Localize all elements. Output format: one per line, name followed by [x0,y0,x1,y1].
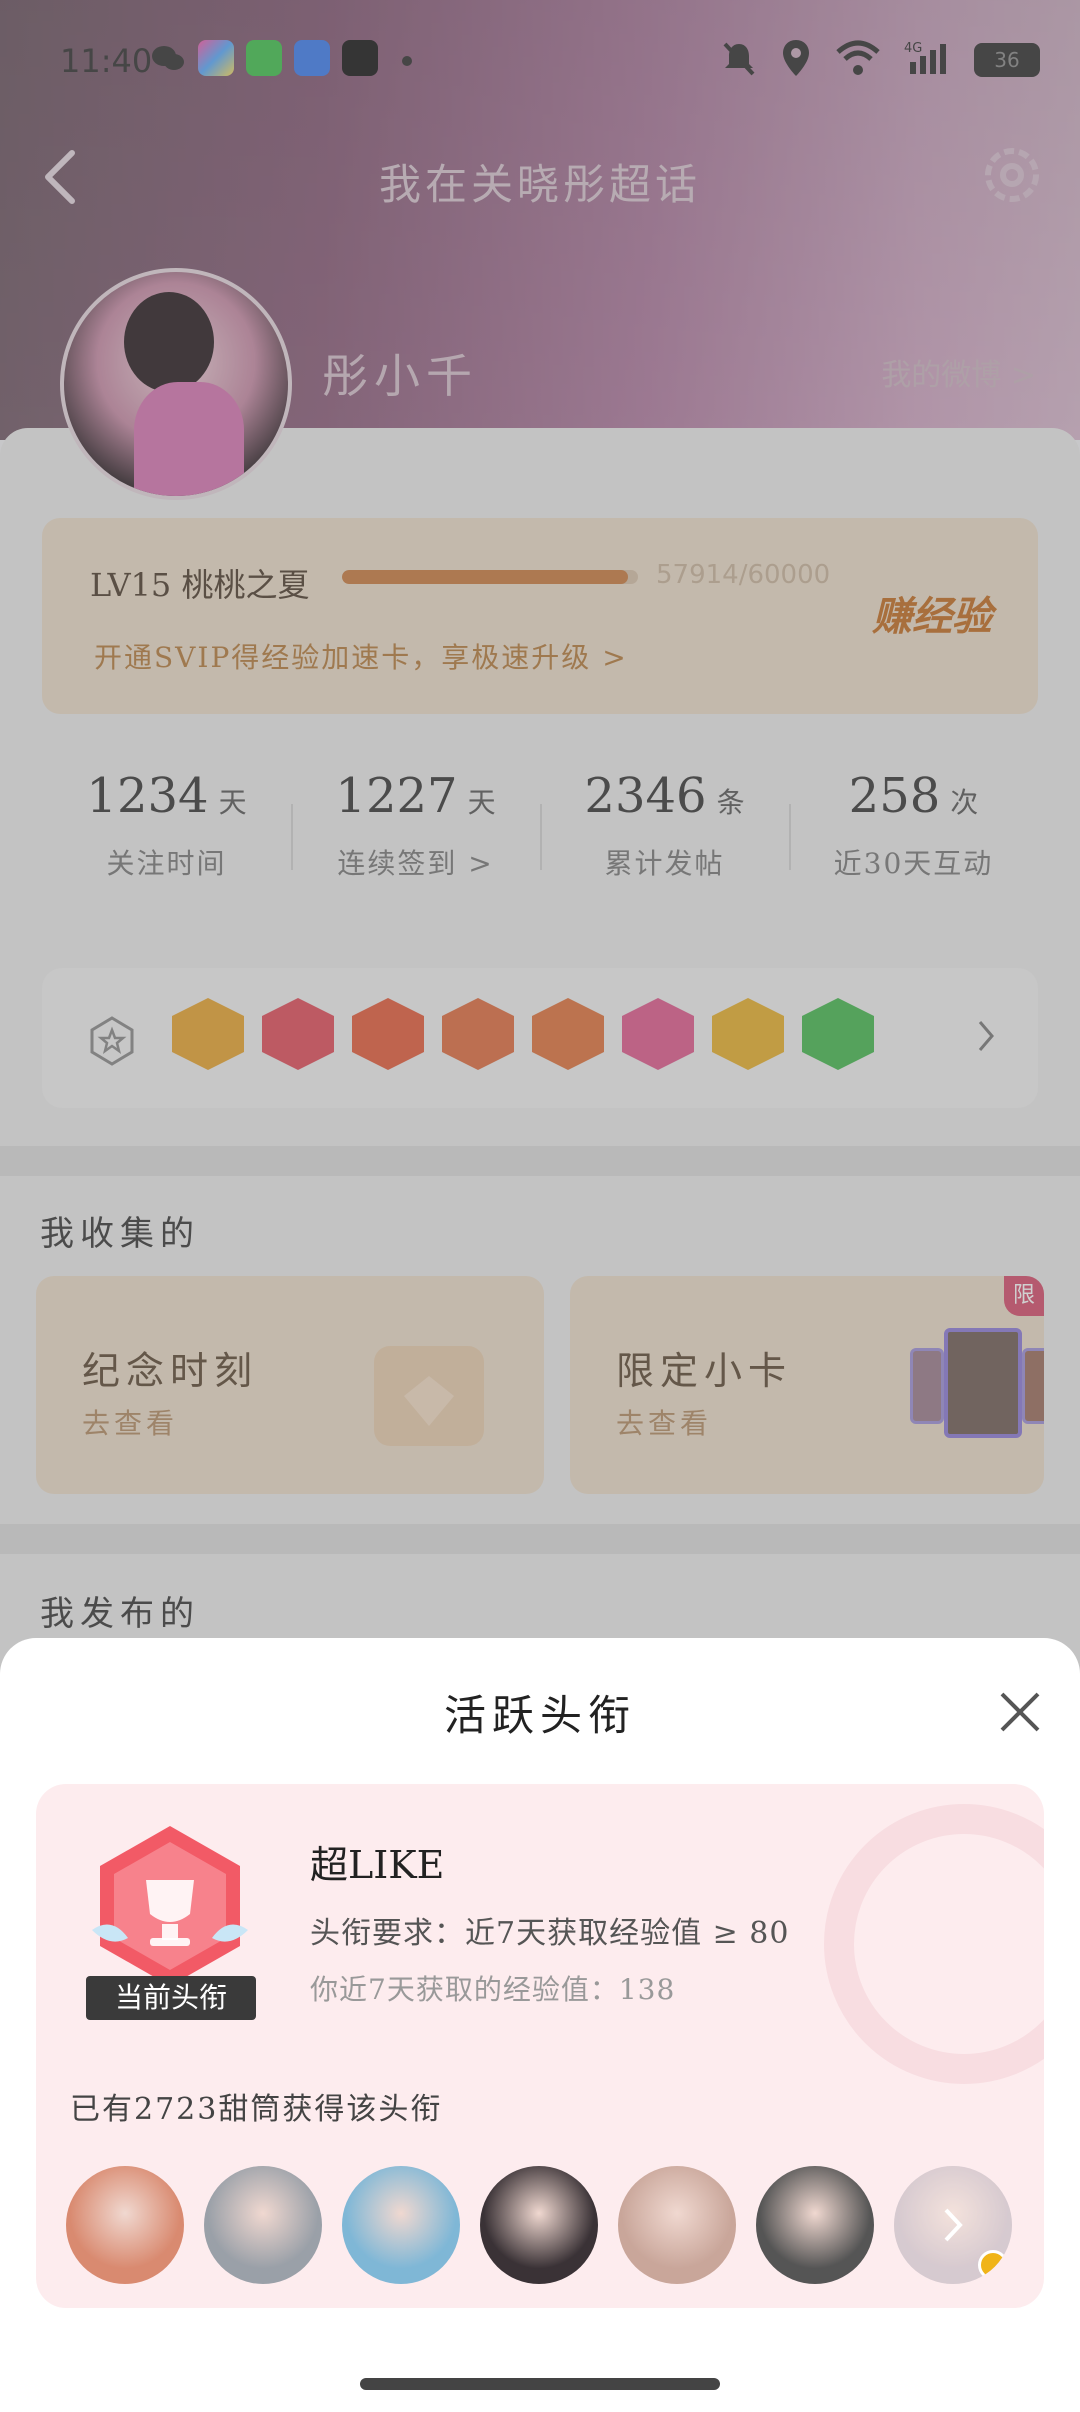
fan-avatar[interactable] [618,2166,736,2284]
fan-avatar[interactable] [480,2166,598,2284]
fan-avatar[interactable] [204,2166,322,2284]
verified-check-icon [978,2250,1008,2280]
sheet-title: 活跃头衔 [443,1691,636,1740]
fans-count-text: 已有2723甜筒获得该头衔 [70,2092,443,2127]
my-exp-value: 你近7天获取的经验值：138 [310,1973,676,2006]
home-indicator[interactable] [360,2378,720,2390]
title-name: 超LIKE [310,1843,445,1887]
more-fans-button[interactable] [894,2166,1012,2284]
title-requirement: 头衔要求：近7天获取经验值 ≥ 80 [310,1916,790,1951]
chevron-right-icon [944,2208,963,2242]
fan-avatars [66,2166,1012,2284]
trophy-badge-icon [92,1826,248,1986]
current-title-tag: 当前头衔 [86,1976,256,2020]
fan-avatar[interactable] [756,2166,874,2284]
fan-avatar[interactable] [342,2166,460,2284]
title-info-card: 当前头衔 超LIKE 头衔要求：近7天获取经验值 ≥ 80 你近7天获取的经验值… [36,1784,1044,2308]
close-icon[interactable] [998,1690,1042,1734]
fan-avatar[interactable] [66,2166,184,2284]
active-title-sheet: 活跃头衔 当前头衔 超LIKE 头衔要求：近7天获取经验值 ≥ 80 你近7天获… [0,1638,1080,2412]
